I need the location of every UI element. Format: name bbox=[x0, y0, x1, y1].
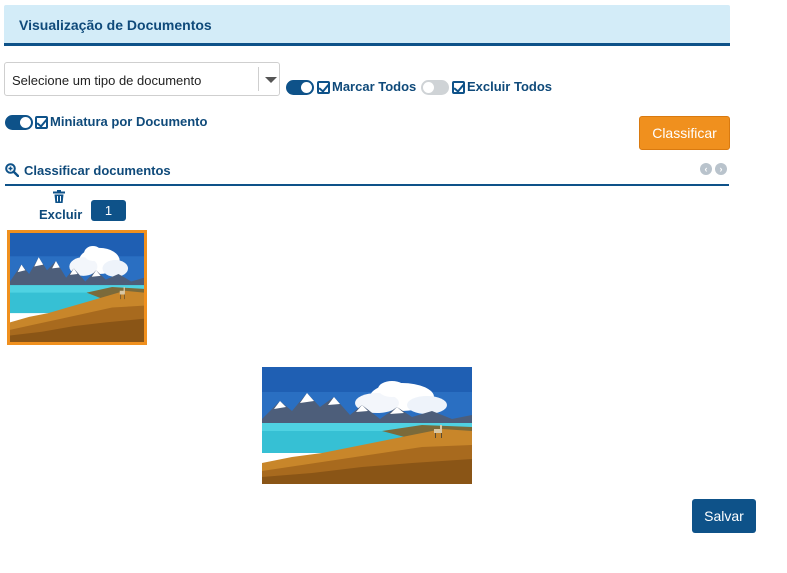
section-title: Classificar documentos bbox=[24, 163, 171, 178]
page-number-badge: 1 bbox=[91, 200, 126, 221]
thumbnail-image bbox=[10, 233, 144, 342]
panel-header: Visualização de Documentos bbox=[4, 5, 730, 46]
toggle-knob bbox=[301, 82, 312, 93]
trash-icon[interactable] bbox=[53, 190, 65, 203]
mark-all-toggle[interactable] bbox=[286, 80, 314, 95]
delete-all-toggle[interactable] bbox=[421, 80, 449, 95]
toggle-knob bbox=[20, 117, 31, 128]
page-title: Visualização de Documentos bbox=[19, 17, 212, 33]
thumbnail-checkbox[interactable] bbox=[35, 116, 48, 129]
chevron-left-icon[interactable]: ‹ bbox=[700, 163, 712, 175]
select-divider bbox=[258, 67, 259, 91]
document-type-select-value: Selecione um tipo de documento bbox=[12, 73, 202, 88]
chevron-right-icon[interactable]: › bbox=[715, 163, 727, 175]
mark-all-checkbox[interactable] bbox=[317, 81, 330, 94]
chevron-down-icon[interactable] bbox=[265, 77, 277, 83]
delete-all-label: Excluir Todos bbox=[467, 79, 552, 94]
document-thumbnail[interactable] bbox=[7, 230, 147, 345]
thumbnail-toggle[interactable] bbox=[5, 115, 33, 130]
thumbnail-label: Miniatura por Documento bbox=[50, 114, 208, 129]
save-button[interactable]: Salvar bbox=[692, 499, 756, 533]
toggle-knob bbox=[423, 82, 434, 93]
delete-document-label[interactable]: Excluir bbox=[39, 207, 82, 222]
preview-image bbox=[262, 367, 472, 484]
zoom-in-icon bbox=[5, 163, 19, 177]
delete-all-checkbox[interactable] bbox=[452, 81, 465, 94]
document-type-select[interactable]: Selecione um tipo de documento bbox=[4, 62, 280, 96]
classify-button[interactable]: Classificar bbox=[639, 116, 730, 150]
mark-all-label: Marcar Todos bbox=[332, 79, 417, 94]
document-preview bbox=[262, 367, 472, 484]
section-divider bbox=[5, 184, 729, 186]
